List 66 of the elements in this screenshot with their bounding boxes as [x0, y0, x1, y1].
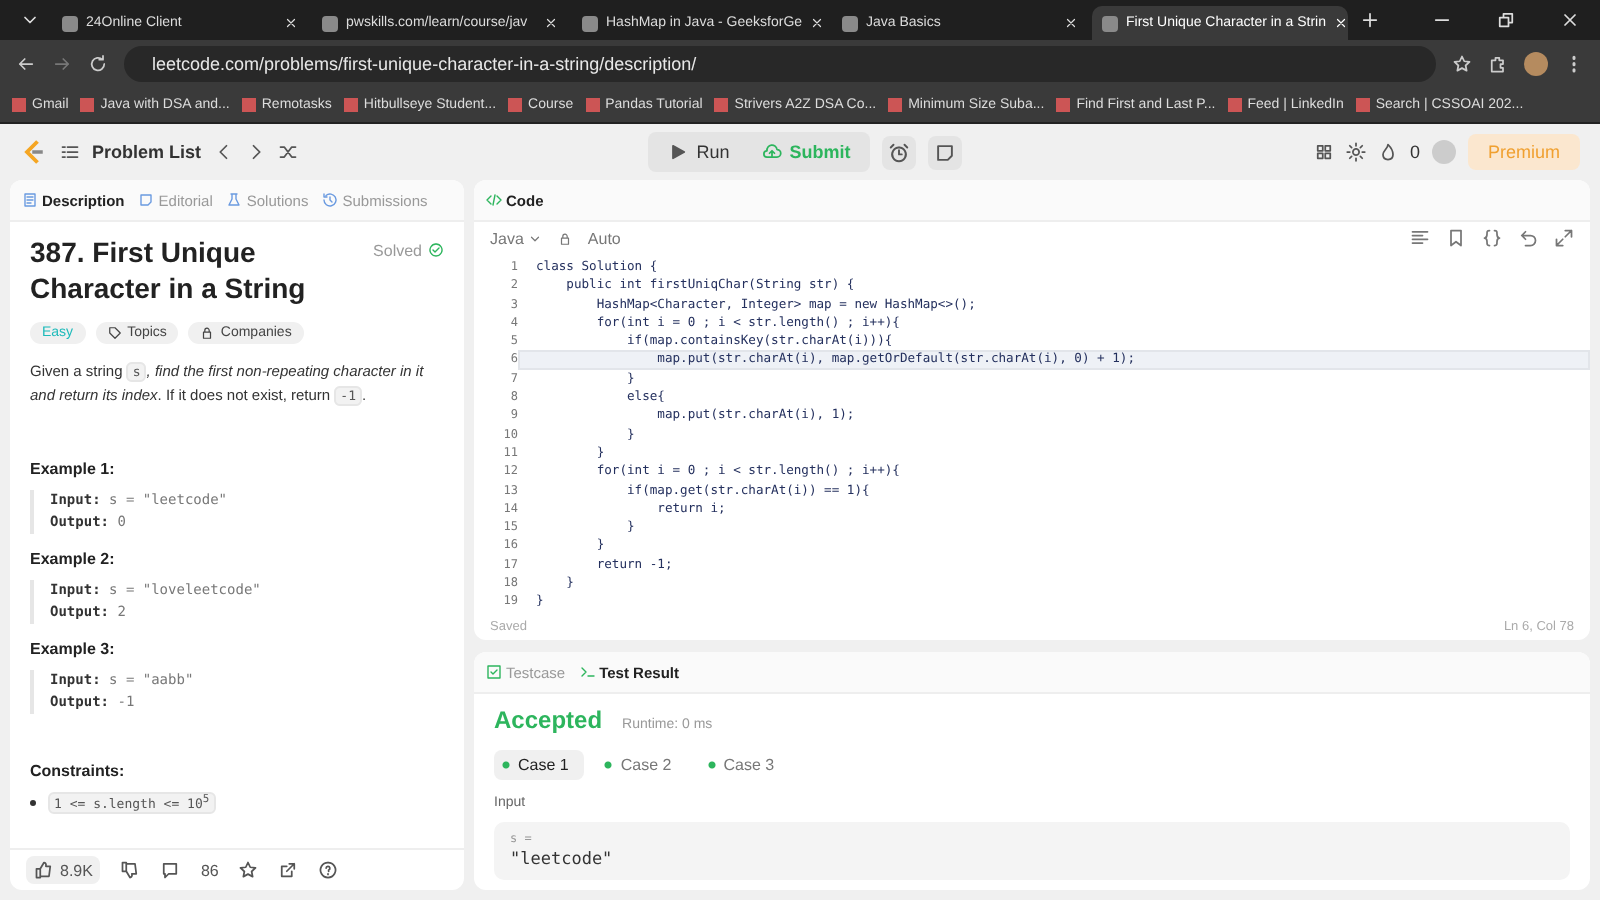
comment-icon[interactable]	[160, 860, 181, 880]
favicon-icon	[62, 15, 78, 31]
logo-icon[interactable]	[20, 138, 48, 166]
bullet-icon	[30, 800, 36, 807]
tab-icon	[322, 192, 339, 208]
auto-mode-label[interactable]: Auto	[587, 229, 621, 247]
run-button[interactable]: Run	[652, 136, 746, 168]
settings-icon[interactable]	[1345, 142, 1366, 162]
problem-list-link[interactable]: Problem List	[92, 142, 202, 162]
constraints-heading: Constraints:	[30, 762, 127, 780]
new-tab-icon[interactable]	[1360, 10, 1380, 30]
tag-icon	[107, 326, 122, 340]
note-icon[interactable]	[928, 135, 963, 169]
example-heading: Example 3:	[30, 640, 117, 658]
tab-icon	[22, 192, 38, 208]
problem-title: 387. First Unique Character in a String	[30, 234, 308, 306]
tab-icon	[486, 664, 502, 680]
upload-cloud-icon	[761, 142, 782, 162]
example-heading: Example 1:	[30, 460, 117, 478]
expand-icon[interactable]	[1554, 228, 1574, 248]
list-icon[interactable]	[60, 142, 80, 162]
format-icon[interactable]	[1410, 228, 1430, 248]
thumbs-down-icon[interactable]	[120, 860, 141, 880]
solved-status: Solved	[373, 242, 422, 260]
undo-icon[interactable]	[1518, 228, 1538, 248]
tab-icon	[226, 192, 243, 208]
testcase-value: "leetcode"	[510, 850, 615, 870]
alarm-clock-icon[interactable]	[882, 135, 917, 169]
bookmark-icon[interactable]	[1446, 228, 1466, 248]
close-icon[interactable]	[284, 16, 298, 30]
thumbs-up-icon	[34, 860, 54, 880]
tab-icon	[579, 664, 596, 680]
language-dropdown[interactable]: Java	[490, 229, 542, 247]
lock-icon	[557, 231, 572, 245]
favicon-icon	[1102, 15, 1118, 31]
streak-count[interactable]: 0	[1409, 142, 1420, 162]
close-icon[interactable]	[1560, 10, 1580, 30]
share-icon[interactable]	[278, 860, 299, 880]
close-icon[interactable]	[544, 16, 558, 30]
verdict: Accepted	[494, 706, 603, 734]
favicon-icon	[582, 15, 598, 31]
profile-avatar[interactable]	[1524, 52, 1548, 76]
star-icon[interactable]	[238, 860, 259, 880]
braces-icon[interactable]	[1482, 228, 1502, 248]
back-icon[interactable]	[16, 54, 36, 74]
restore-icon[interactable]	[1496, 10, 1516, 30]
close-icon[interactable]	[1064, 16, 1078, 30]
lock-icon	[200, 326, 215, 340]
reload-icon[interactable]	[88, 54, 108, 74]
layout-icon[interactable]	[1313, 142, 1334, 162]
chevron-down-icon	[527, 231, 542, 245]
comment-count[interactable]: 86	[200, 861, 219, 879]
play-icon	[668, 142, 689, 162]
forward-icon[interactable]	[52, 54, 72, 74]
case-tab[interactable]: Case 1	[494, 750, 585, 780]
code-icon	[486, 192, 502, 208]
extensions-icon[interactable]	[1488, 54, 1508, 74]
like-button[interactable]: 8.9K	[26, 856, 101, 884]
favicon-icon	[322, 15, 338, 31]
address-bar[interactable]: leetcode.com/problems/first-unique-character-in-a-string/description/	[124, 46, 1436, 82]
favicon-icon	[842, 15, 858, 31]
example-heading: Example 2:	[30, 550, 117, 568]
help-icon[interactable]	[318, 860, 339, 880]
shuffle-icon[interactable]	[277, 142, 298, 162]
close-icon[interactable]	[810, 16, 825, 30]
tab-icon	[138, 192, 155, 208]
